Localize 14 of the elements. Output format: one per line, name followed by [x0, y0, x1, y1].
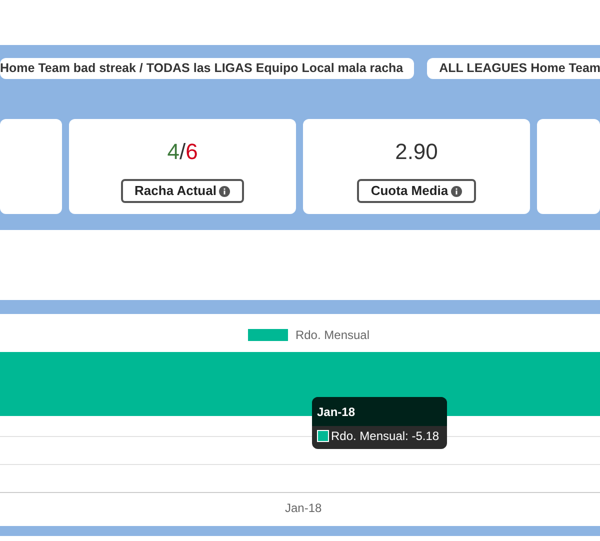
stat-label-button[interactable]: Cuota Media	[356, 179, 476, 203]
stat-label-button[interactable]: Racha Actual	[120, 179, 244, 203]
x-axis-label: Jan-18	[285, 500, 322, 517]
tooltip-text: Rdo. Mensual: -5.18	[331, 428, 440, 445]
legend-label: Rdo. Mensual	[295, 327, 370, 344]
stat-value: 2.90	[395, 139, 438, 165]
league-tab[interactable]: Home Team bad streak / TODAS las LIGAS Equipo Local mala racha	[0, 58, 414, 79]
info-icon	[219, 186, 230, 196]
legend-swatch	[248, 329, 288, 341]
tooltip-swatch	[317, 430, 329, 442]
info-icon	[451, 186, 462, 196]
tooltip-title: Jan-18	[317, 405, 356, 419]
streak-value: 4/6	[167, 139, 198, 165]
league-tab[interactable]: ALL LEAGUES Home Team	[427, 58, 600, 79]
